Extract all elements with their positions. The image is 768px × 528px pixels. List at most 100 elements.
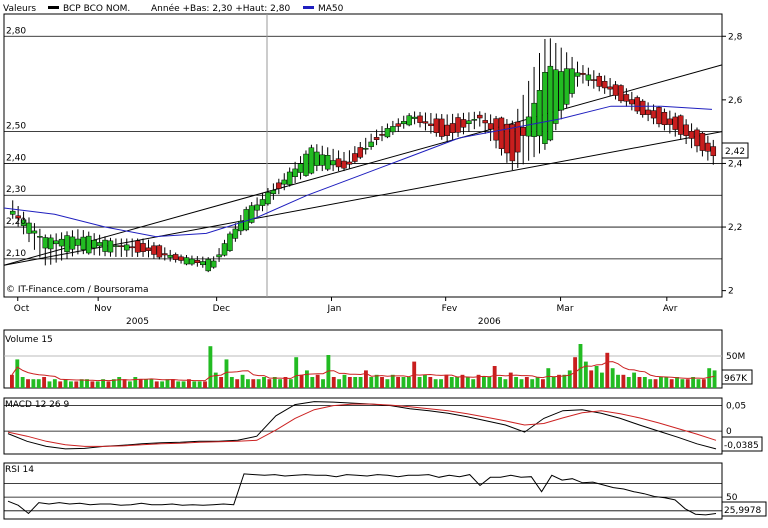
candle-body [487, 123, 494, 130]
x-year-label: 2005 [126, 317, 149, 327]
volume-bar [664, 377, 669, 388]
candle-body [455, 117, 461, 133]
volume-bar [95, 381, 100, 388]
volume-bar [626, 377, 631, 388]
candle-body [183, 257, 190, 265]
candle-body [580, 72, 586, 75]
volume-bar [669, 379, 674, 388]
candle-body [710, 146, 717, 157]
volume-bar [144, 379, 148, 388]
volume-bar [380, 377, 384, 388]
candle-body [319, 154, 326, 166]
volume-bar [401, 377, 406, 388]
volume-bar [471, 379, 476, 388]
volume-bar [267, 379, 272, 388]
legend-label: Valeurs [3, 4, 36, 14]
candle-body [189, 258, 195, 265]
candle-body [53, 240, 59, 245]
volume-bar [390, 374, 395, 388]
candle-body [162, 253, 168, 256]
volume-bar [406, 377, 411, 388]
candle-body [449, 123, 456, 133]
candle-body [281, 179, 288, 185]
candle-body [596, 75, 602, 87]
candle-body [221, 243, 228, 256]
volume-bar [530, 379, 535, 388]
candle-body [629, 99, 635, 105]
candle-body [466, 120, 472, 124]
candle-body [661, 111, 668, 125]
volume-bar [197, 381, 202, 388]
candle-body [232, 228, 239, 239]
volume-bar [439, 379, 443, 388]
volume-bar [685, 379, 690, 388]
candle-body [411, 116, 418, 119]
volume-bar [594, 366, 599, 388]
candle-body [37, 236, 43, 238]
candle-body [498, 117, 505, 149]
volume-bar [310, 377, 315, 388]
volume-bar [224, 359, 229, 388]
volume-bar [117, 377, 122, 388]
volume-last-value-label: 967K [724, 374, 748, 384]
candle-body [591, 79, 597, 81]
x-month-label: Fev [442, 304, 458, 314]
candle-body [286, 171, 293, 185]
volume-bar [106, 381, 111, 388]
volume-title: Volume 15 [5, 335, 53, 345]
candle-body [129, 246, 135, 249]
macd-tick-label: 0,05 [726, 402, 746, 412]
candle-body [91, 239, 97, 249]
stock-chart: Valeurs BCP BCO NOM. Année +Bas: 2,30 +H… [0, 0, 768, 524]
candle-body [656, 107, 662, 125]
candle-body [536, 90, 543, 137]
candle-body [634, 97, 641, 112]
volume-bar [42, 377, 47, 388]
volume-bar [616, 374, 620, 388]
volume-bar [272, 377, 277, 388]
candle-body [493, 118, 499, 141]
macd-line [7, 401, 717, 450]
candle-body [156, 245, 163, 258]
volume-bar [69, 381, 73, 388]
candle-body [227, 233, 233, 251]
volume-bar [58, 381, 63, 388]
volume-bar [396, 377, 401, 388]
candle-body [58, 238, 65, 247]
volume-bar [10, 374, 14, 388]
candle-body [601, 81, 608, 89]
volume-bar [149, 379, 154, 388]
candle-body [346, 161, 353, 165]
candle-body [650, 110, 657, 119]
candle-body [107, 240, 114, 253]
volume-bar [567, 370, 572, 388]
candle-body [438, 118, 445, 137]
candle-body [563, 68, 570, 105]
volume-bar [305, 370, 309, 388]
volume-bar [675, 377, 679, 388]
volume-bar [26, 379, 30, 388]
candle-body [96, 242, 103, 247]
volume-bar [219, 377, 224, 388]
volume-bar [154, 381, 159, 388]
series-swatch [48, 6, 59, 9]
candle-body [31, 230, 38, 234]
volume-bar [315, 374, 320, 388]
candle-body [373, 137, 380, 140]
candle-body [352, 153, 358, 162]
legend: Valeurs BCP BCO NOM. Année +Bas: 2,30 +H… [3, 3, 344, 14]
rsi-grid: 50 [4, 483, 738, 512]
volume-bar [47, 381, 52, 388]
x-month-label: Avr [663, 304, 678, 314]
candle-body [471, 119, 478, 121]
ma50-line [3, 105, 713, 238]
candle-body [400, 121, 407, 125]
candle-body [75, 238, 81, 246]
candle-body [145, 247, 152, 251]
volume-bar [235, 379, 240, 388]
macd-signal-line [7, 403, 717, 447]
candle-body [314, 151, 320, 166]
volume-bar [181, 381, 186, 388]
candle-body [672, 116, 679, 130]
volume-bar [482, 377, 486, 388]
